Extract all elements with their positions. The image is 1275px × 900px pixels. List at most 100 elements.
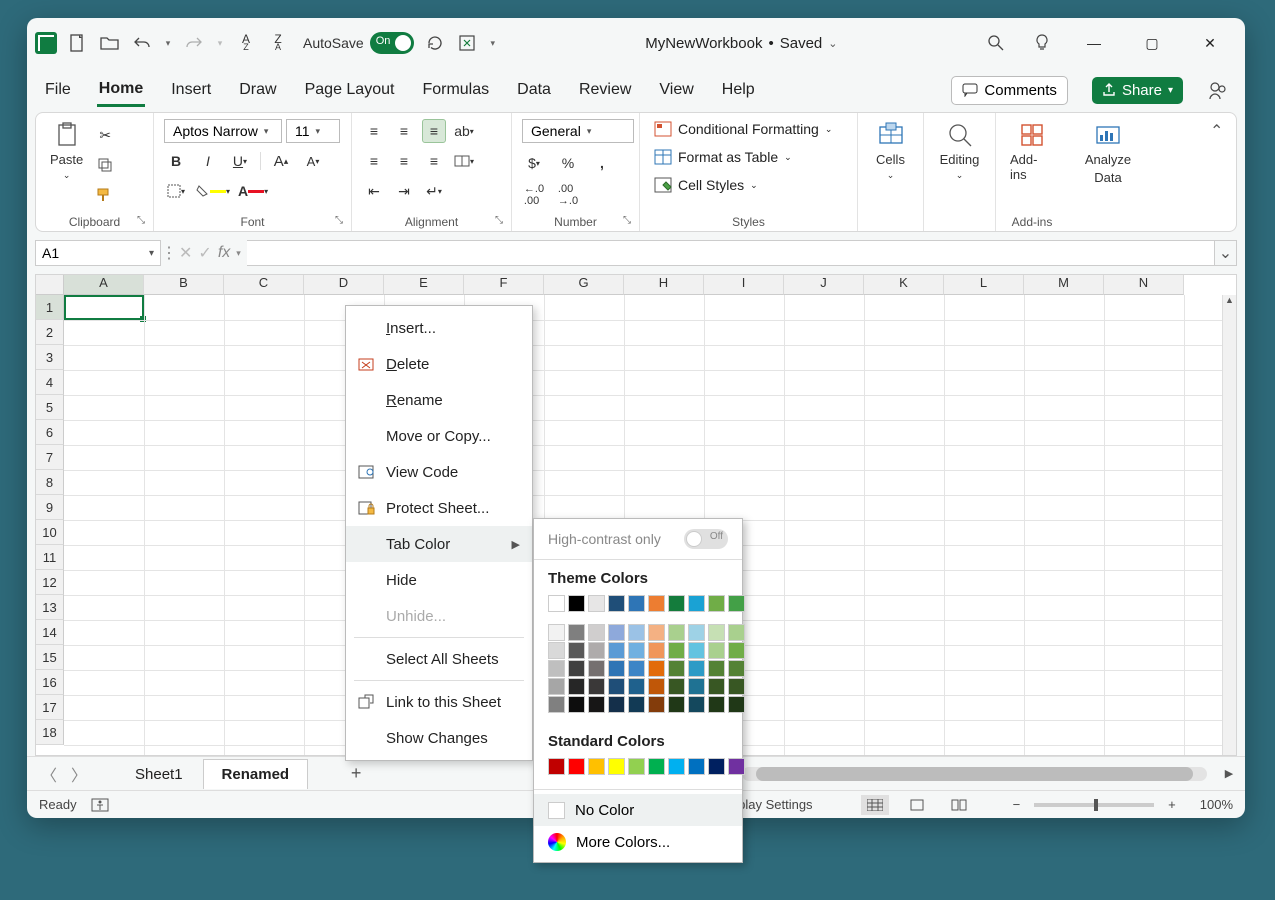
color-swatch[interactable] [568,758,585,775]
comma-button[interactable]: , [590,151,614,175]
format-as-table[interactable]: Format as Table⌄ [650,147,847,167]
color-swatch[interactable] [688,642,705,659]
high-contrast-toggle[interactable]: High-contrast only Off [534,519,742,559]
color-swatch[interactable] [648,660,665,677]
color-swatch[interactable] [648,696,665,713]
alignment-dialog[interactable]: ⤡ [495,215,507,227]
color-swatch[interactable] [608,624,625,641]
tab-view[interactable]: View [657,75,695,105]
sync-icon[interactable] [456,32,478,54]
decrease-decimal[interactable]: .00→.0 [556,183,580,207]
color-swatch[interactable] [608,642,625,659]
ctx-hide[interactable]: Hide [346,562,532,598]
number-format-combo[interactable]: General▾ [522,119,634,143]
color-swatch[interactable] [568,624,585,641]
color-swatch[interactable] [628,642,645,659]
color-swatch[interactable] [668,758,685,775]
font-dialog[interactable]: ⤡ [335,215,347,227]
align-top[interactable]: ≡ [362,119,386,143]
color-swatch[interactable] [548,642,565,659]
undo-dropdown[interactable]: ▾ [163,32,173,54]
horizontal-scrollbar[interactable] [742,767,1207,781]
color-swatch[interactable] [688,595,705,612]
column-header[interactable]: J [784,275,864,295]
color-swatch[interactable] [668,678,685,695]
sort-asc-icon[interactable]: AZ [235,32,257,54]
color-swatch[interactable] [728,642,745,659]
hscroll-right[interactable]: ▶ [1221,767,1237,780]
currency-button[interactable]: $▾ [522,151,546,175]
color-swatch[interactable] [588,758,605,775]
borders-button[interactable]: ▾ [164,179,188,203]
color-swatch[interactable] [628,696,645,713]
fill-color-button[interactable]: ▾ [196,179,230,203]
font-color-button[interactable]: A▾ [238,179,268,203]
lightbulb-icon[interactable] [1031,32,1053,54]
color-swatch[interactable] [728,678,745,695]
cell-styles[interactable]: Cell Styles⌄ [650,175,847,195]
formula-bar[interactable] [247,240,1215,266]
zoom-slider[interactable] [1034,803,1154,807]
tab-home[interactable]: Home [97,74,145,107]
maximize-button[interactable]: ▢ [1135,29,1169,57]
redo-icon[interactable] [183,32,205,54]
color-swatch[interactable] [588,595,605,612]
color-swatch[interactable] [668,624,685,641]
color-swatch[interactable] [728,624,745,641]
font-size-combo[interactable]: 11▾ [286,119,340,143]
fx-icon[interactable]: fx [218,244,230,262]
tab-formulas[interactable]: Formulas [420,75,491,105]
color-swatch[interactable] [628,595,645,612]
align-middle[interactable]: ≡ [392,119,416,143]
row-header[interactable]: 15 [36,645,64,670]
cells-button[interactable]: Cells⌄ [868,119,913,183]
ctx-select-all-sheets[interactable]: Select All Sheets [346,641,532,677]
tab-insert[interactable]: Insert [169,75,213,105]
column-header[interactable]: N [1104,275,1184,295]
expand-formula-bar[interactable]: ⌄ [1215,240,1237,266]
color-swatch[interactable] [568,660,585,677]
tab-pagelayout[interactable]: Page Layout [303,75,397,105]
column-header[interactable]: F [464,275,544,295]
workbook-title[interactable]: MyNewWorkbook • Saved ⌄ [504,35,979,52]
color-swatch[interactable] [648,758,665,775]
wrap-button[interactable]: ↵▾ [422,179,446,203]
row-header[interactable]: 8 [36,470,64,495]
collapse-ribbon[interactable]: ⌃ [1210,121,1228,139]
column-header[interactable]: E [384,275,464,295]
new-file-icon[interactable] [67,32,89,54]
no-color-item[interactable]: No Color [534,794,742,826]
color-swatch[interactable] [668,660,685,677]
color-swatch[interactable] [568,696,585,713]
accessibility-icon[interactable] [91,797,109,813]
color-swatch[interactable] [588,678,605,695]
color-swatch[interactable] [688,624,705,641]
teams-icon[interactable] [1207,79,1229,101]
shrink-font-button[interactable]: A▾ [301,149,325,173]
color-swatch[interactable] [608,678,625,695]
color-swatch[interactable] [608,660,625,677]
row-header[interactable]: 16 [36,670,64,695]
color-swatch[interactable] [588,660,605,677]
color-swatch[interactable] [568,595,585,612]
format-painter-icon[interactable] [93,183,117,207]
color-swatch[interactable] [648,642,665,659]
row-header[interactable]: 12 [36,570,64,595]
color-swatch[interactable] [588,696,605,713]
tab-help[interactable]: Help [720,75,757,105]
column-header[interactable]: A [64,275,144,295]
tab-draw[interactable]: Draw [237,75,278,105]
color-swatch[interactable] [628,624,645,641]
font-name-combo[interactable]: Aptos Narrow▾ [164,119,282,143]
editing-button[interactable]: Editing⌄ [934,119,985,183]
indent-button[interactable]: ⇥ [392,179,416,203]
ctx-insert[interactable]: Insert... [346,310,532,346]
color-swatch[interactable] [708,595,725,612]
column-header[interactable]: D [304,275,384,295]
sheet-tab-sheet1[interactable]: Sheet1 [117,759,201,789]
paste-button[interactable]: Paste ⌄ [46,119,87,207]
ctx-protect-sheet[interactable]: Protect Sheet... [346,490,532,526]
number-dialog[interactable]: ⤡ [623,215,635,227]
merge-button[interactable]: ▾ [452,149,476,173]
row-header[interactable]: 11 [36,545,64,570]
